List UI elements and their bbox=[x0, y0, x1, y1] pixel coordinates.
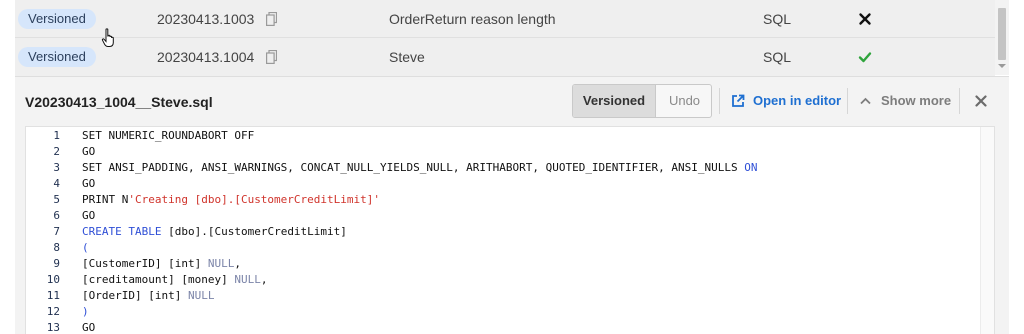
code-line: 12) bbox=[26, 304, 994, 320]
status-badge[interactable]: Versioned bbox=[18, 9, 96, 29]
status-badge[interactable]: Versioned bbox=[18, 47, 96, 67]
code-token: NULL bbox=[234, 273, 261, 286]
version-text: 20230413.1003 bbox=[157, 11, 255, 27]
migration-description: Steve bbox=[389, 49, 425, 65]
code-line: 7 CREATE TABLE [dbo].[CustomerCreditLimit… bbox=[26, 224, 994, 240]
editor-scrollbar[interactable] bbox=[980, 127, 994, 334]
close-icon[interactable] bbox=[975, 95, 987, 107]
code-text: GO bbox=[82, 144, 95, 160]
migration-type: SQL bbox=[763, 49, 792, 65]
code-token: [CustomerID] [int] bbox=[82, 257, 208, 270]
chevron-up-icon bbox=[860, 97, 871, 105]
divider bbox=[959, 88, 960, 114]
open-in-editor-label: Open in editor bbox=[753, 93, 842, 108]
code-token: [creditamount] [money] bbox=[82, 273, 235, 286]
line-number: 8 bbox=[53, 241, 60, 254]
hand-pointer-icon bbox=[101, 28, 114, 47]
code-text: GO bbox=[82, 176, 95, 192]
code-token: GO bbox=[82, 321, 96, 334]
migration-row[interactable]: Versioned 20230413.1004 Steve SQL bbox=[15, 38, 995, 76]
code-token: NULL bbox=[187, 289, 215, 302]
line-number: 1 bbox=[53, 129, 60, 142]
code-token: GO bbox=[82, 177, 96, 190]
code-token: ( bbox=[82, 241, 89, 254]
code-token: 'Creating [dbo].[CustomerCreditLimit]' bbox=[128, 193, 381, 206]
migration-description: OrderReturn reason length bbox=[389, 11, 556, 27]
code-token: [OrderID] [int] bbox=[82, 289, 188, 302]
copy-icon[interactable] bbox=[266, 12, 277, 26]
code-text: ( bbox=[82, 240, 89, 256]
line-number: 12 bbox=[46, 305, 60, 318]
external-link-icon bbox=[732, 94, 745, 107]
code-line: 4 GO bbox=[26, 176, 994, 192]
code-line: 9 [CustomerID] [int] NULL, bbox=[26, 256, 994, 272]
migration-row[interactable]: Versioned 20230413.1003 OrderReturn reas… bbox=[15, 0, 995, 38]
code-token: ON bbox=[744, 161, 758, 174]
sql-code-editor[interactable]: 1 SET NUMERIC_ROUNDABORT OFF 2 GO 3 SET ANSI_… bbox=[25, 126, 995, 334]
divider bbox=[847, 88, 848, 114]
line-number: 2 bbox=[53, 145, 60, 158]
code-text: SET NUMERIC_ROUNDABORT OFF bbox=[82, 128, 254, 144]
code-line: 1 SET NUMERIC_ROUNDABORT OFF bbox=[26, 128, 994, 144]
line-number: 13 bbox=[46, 321, 60, 334]
scrollbar-thumb[interactable] bbox=[998, 8, 1006, 60]
line-number: 4 bbox=[53, 177, 60, 190]
copy-icon[interactable] bbox=[266, 50, 277, 64]
code-line: 10 [creditamount] [money] NULL, bbox=[26, 272, 994, 288]
code-text: [OrderID] [int] NULL bbox=[82, 288, 214, 304]
code-token: , bbox=[234, 257, 241, 270]
migration-details-panel: V20230413_1004__Steve.sql Versioned Undo… bbox=[15, 76, 1009, 334]
code-token: , bbox=[260, 273, 268, 286]
migration-type: SQL bbox=[763, 11, 792, 27]
code-line: 5 PRINT N'Creating [dbo].[CustomerCreditL… bbox=[26, 192, 994, 208]
migrations-view: Versioned 20230413.1003 OrderReturn reas… bbox=[15, 0, 1009, 334]
show-more-label: Show more bbox=[881, 93, 952, 108]
code-token: SET NUMERIC_ROUNDABORT OFF bbox=[82, 129, 255, 142]
tab-undo[interactable]: Undo bbox=[657, 85, 711, 117]
code-token: ) bbox=[82, 305, 89, 318]
code-text: GO bbox=[82, 208, 95, 224]
divider bbox=[719, 88, 720, 114]
line-number: 11 bbox=[46, 289, 60, 302]
code-text: PRINT N'Creating [dbo].[CustomerCreditLi… bbox=[82, 192, 380, 208]
code-line: 2 GO bbox=[26, 144, 994, 160]
code-token: SET ANSI_PADDING, ANSI_WARNINGS, CONCAT_… bbox=[82, 161, 745, 174]
checkmark-icon bbox=[858, 52, 872, 63]
line-number: 6 bbox=[53, 209, 60, 222]
line-number: 7 bbox=[53, 225, 60, 238]
code-line: 8( bbox=[26, 240, 994, 256]
line-number: 10 bbox=[46, 273, 60, 286]
code-text: ) bbox=[82, 304, 89, 320]
version-text: 20230413.1004 bbox=[157, 49, 255, 65]
code-token: [dbo].[CustomerCreditLimit] bbox=[161, 225, 347, 238]
vertical-scrollbar[interactable] bbox=[995, 0, 1009, 75]
code-text: CREATE TABLE [dbo].[CustomerCreditLimit] bbox=[82, 224, 347, 240]
code-text: [CustomerID] [int] NULL, bbox=[82, 256, 241, 272]
code-line: 11 [OrderID] [int] NULL bbox=[26, 288, 994, 304]
code-line: 3 SET ANSI_PADDING, ANSI_WARNINGS, CONCAT… bbox=[26, 160, 994, 176]
code-token: PRINT N bbox=[82, 193, 129, 206]
script-file-name: V20230413_1004__Steve.sql bbox=[25, 94, 213, 110]
code-token: CREATE TABLE bbox=[82, 225, 162, 238]
code-token: GO bbox=[82, 145, 96, 158]
scroll-down-arrow-icon[interactable] bbox=[998, 64, 1006, 68]
code-text: [creditamount] [money] NULL, bbox=[82, 272, 267, 288]
code-text: GO bbox=[82, 320, 95, 334]
code-token: GO bbox=[82, 209, 96, 222]
x-mark-icon bbox=[859, 13, 871, 25]
code-text: SET ANSI_PADDING, ANSI_WARNINGS, CONCAT_… bbox=[82, 160, 758, 176]
versioned-undo-toggle[interactable]: Versioned Undo bbox=[572, 84, 712, 118]
line-number: 3 bbox=[53, 161, 60, 174]
code-line: 6 GO bbox=[26, 208, 994, 224]
code-line: 13 GO bbox=[26, 320, 994, 334]
code-token: NULL bbox=[207, 257, 235, 270]
line-number: 5 bbox=[53, 193, 60, 206]
tab-versioned[interactable]: Versioned bbox=[573, 85, 656, 117]
line-number: 9 bbox=[53, 257, 60, 270]
